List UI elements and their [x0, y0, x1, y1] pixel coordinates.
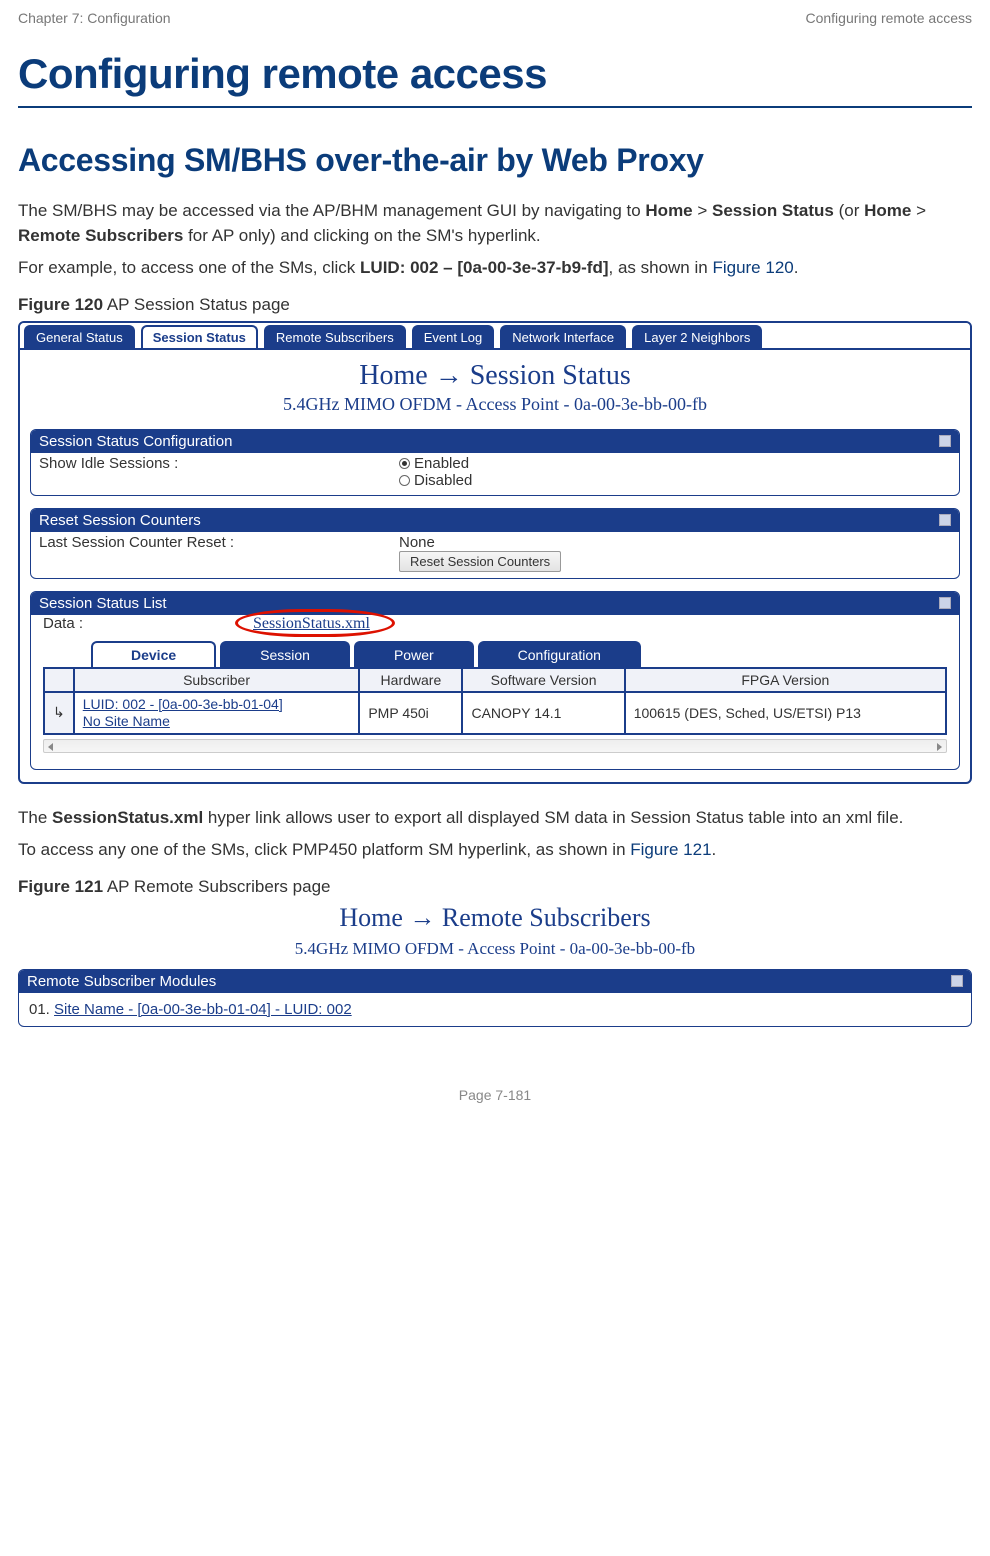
tab-network-interface[interactable]: Network Interface [500, 325, 626, 348]
page-title: Configuring remote access [18, 50, 972, 108]
bold-luid: LUID: 002 – [0a-00-3e-37-b9-fd] [360, 258, 608, 277]
figure-number: Figure 121 [18, 877, 103, 896]
link-text: SessionStatus.xml [253, 615, 370, 632]
section-title: Accessing SM/BHS over-the-air by Web Pro… [18, 142, 972, 179]
remote-subscriber-link[interactable]: Site Name - [0a-00-3e-bb-01-04] - LUID: … [54, 1001, 352, 1018]
last-reset-value: None [399, 534, 951, 551]
radio-enabled[interactable]: Enabled [399, 455, 951, 472]
inner-tab-power[interactable]: Power [354, 641, 474, 667]
radio-disabled-label: Disabled [414, 472, 472, 489]
panel-session-status-list: Session Status List Data : SessionStatus… [30, 591, 960, 770]
sm-luid-link[interactable]: LUID: 002 - [0a-00-3e-bb-01-04] [83, 696, 351, 713]
fig120-title: Home → Session Status [20, 350, 970, 394]
paragraph-3: The SessionStatus.xml hyper link allows … [18, 806, 972, 831]
panel-session-status-config: Session Status Configuration Show Idle S… [30, 429, 960, 496]
panel1-header: Session Status Configuration [39, 433, 232, 450]
text: For example, to access one of the SMs, c… [18, 258, 360, 277]
figure-121-caption: Figure 121 AP Remote Subscribers page [18, 877, 972, 897]
col-hardware[interactable]: Hardware [359, 668, 462, 692]
figure-number: Figure 120 [18, 295, 103, 314]
fig121-subtitle: 5.4GHz MIMO OFDM - Access Point - 0a-00-… [18, 939, 972, 959]
tab-event-log[interactable]: Event Log [412, 325, 495, 348]
collapse-icon[interactable] [939, 597, 951, 609]
session-status-table: Subscriber Hardware Software Version FPG… [43, 667, 947, 735]
paragraph-1: The SM/BHS may be accessed via the AP/BH… [18, 199, 972, 248]
collapse-icon[interactable] [939, 514, 951, 526]
tab-session-status[interactable]: Session Status [141, 325, 258, 348]
top-tabs: General Status Session Status Remote Sub… [20, 323, 970, 350]
cell-software: CANOPY 14.1 [462, 692, 624, 734]
col-fpga-version[interactable]: FPGA Version [625, 668, 946, 692]
panel2-header: Reset Session Counters [39, 512, 201, 529]
text: , as shown in [609, 258, 713, 277]
text: . [794, 258, 799, 277]
text: . [712, 840, 717, 859]
figure-caption-text: AP Session Status page [103, 295, 290, 314]
tab-general-status[interactable]: General Status [24, 325, 135, 348]
inner-tabs: Device Session Power Configuration [91, 641, 959, 667]
panel-remote-subscriber-modules: Remote Subscriber Modules 01. Site Name … [18, 969, 972, 1027]
inner-tab-configuration[interactable]: Configuration [478, 641, 641, 667]
reset-session-counters-button[interactable]: Reset Session Counters [399, 551, 561, 572]
table-corner [44, 668, 74, 692]
row-handle-icon[interactable]: ↳ [44, 692, 74, 734]
page-footer: Page 7-181 [18, 1087, 972, 1103]
col-software-version[interactable]: Software Version [462, 668, 624, 692]
figure-121: Home → Remote Subscribers 5.4GHz MIMO OF… [18, 903, 972, 1027]
bold-home-2: Home [864, 201, 911, 220]
last-reset-label: Last Session Counter Reset : [39, 534, 399, 572]
figure-caption-text: AP Remote Subscribers page [103, 877, 330, 896]
inner-tab-device[interactable]: Device [91, 641, 216, 667]
text: for AP only) and clicking on the SM's hy… [183, 226, 540, 245]
show-idle-sessions-label: Show Idle Sessions : [39, 455, 399, 489]
table-row: ↳ LUID: 002 - [0a-00-3e-bb-01-04] No Sit… [44, 692, 946, 734]
bold-session-status: Session Status [712, 201, 834, 220]
cell-fpga: 100615 (DES, Sched, US/ETSI) P13 [625, 692, 946, 734]
cell-hardware: PMP 450i [359, 692, 462, 734]
bold-sessionstatus-xml: SessionStatus.xml [52, 808, 203, 827]
item-number: 01. [29, 1001, 50, 1018]
text: > [693, 201, 712, 220]
tab-remote-subscribers[interactable]: Remote Subscribers [264, 325, 406, 348]
text: The SM/BHS may be accessed via the AP/BH… [18, 201, 645, 220]
radio-dot-icon [399, 458, 410, 469]
figure-reference-link[interactable]: Figure 120 [712, 258, 793, 277]
header-left: Chapter 7: Configuration [18, 10, 171, 26]
panel3-header: Session Status List [39, 595, 167, 612]
col-subscriber[interactable]: Subscriber [74, 668, 360, 692]
tab-layer2-neighbors[interactable]: Layer 2 Neighbors [632, 325, 762, 348]
radio-dot-icon [399, 475, 410, 486]
bold-home: Home [645, 201, 692, 220]
text: To access any one of the SMs, click PMP4… [18, 840, 630, 859]
text: hyper link allows user to export all dis… [203, 808, 903, 827]
header-right: Configuring remote access [805, 10, 972, 26]
figure-120-caption: Figure 120 AP Session Status page [18, 295, 972, 315]
paragraph-2: For example, to access one of the SMs, c… [18, 256, 972, 281]
panel-reset-session-counters: Reset Session Counters Last Session Coun… [30, 508, 960, 579]
radio-disabled[interactable]: Disabled [399, 472, 951, 489]
text: > [911, 201, 926, 220]
figure-120: General Status Session Status Remote Sub… [18, 321, 972, 784]
collapse-icon[interactable] [939, 435, 951, 447]
inner-tab-session[interactable]: Session [220, 641, 350, 667]
paragraph-4: To access any one of the SMs, click PMP4… [18, 838, 972, 863]
fig120-subtitle: 5.4GHz MIMO OFDM - Access Point - 0a-00-… [20, 394, 970, 429]
fig121-title: Home → Remote Subscribers [18, 903, 972, 933]
collapse-icon[interactable] [951, 975, 963, 987]
horizontal-scrollbar[interactable] [43, 739, 947, 753]
data-label: Data : [43, 615, 253, 632]
radio-enabled-label: Enabled [414, 455, 469, 472]
session-status-xml-link[interactable]: SessionStatus.xml [253, 615, 370, 633]
panel121-header: Remote Subscriber Modules [27, 973, 216, 990]
bold-remote-subscribers: Remote Subscribers [18, 226, 183, 245]
text: (or [834, 201, 864, 220]
sm-sitename-link[interactable]: No Site Name [83, 713, 351, 730]
text: The [18, 808, 52, 827]
figure-reference-link[interactable]: Figure 121 [630, 840, 711, 859]
